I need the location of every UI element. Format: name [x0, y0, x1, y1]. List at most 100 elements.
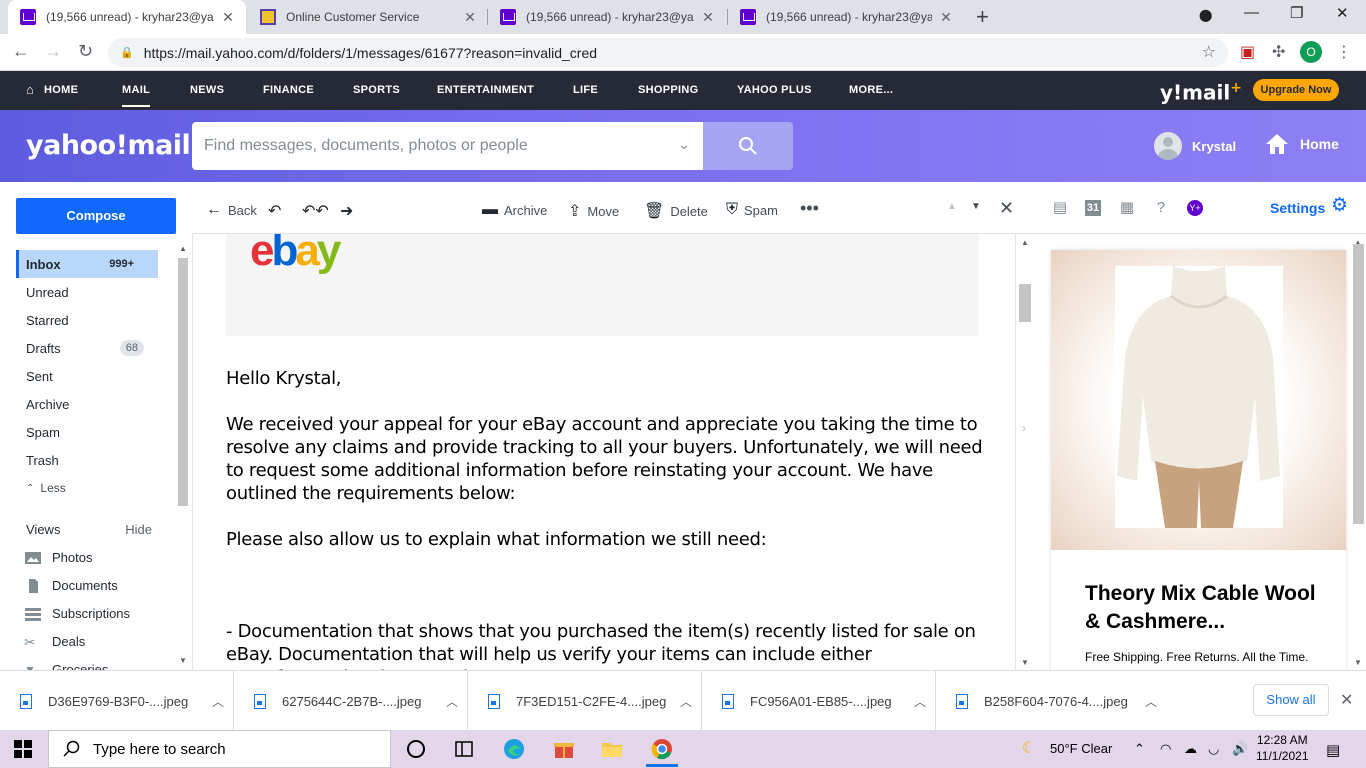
folder-starred[interactable]: Starred — [16, 306, 158, 334]
search-field[interactable]: ⌄ — [192, 122, 704, 170]
extension-icon[interactable]: ▣ — [1240, 42, 1255, 62]
archive-button[interactable]: ▬ Archive — [482, 201, 547, 219]
nav-life[interactable]: LIFE — [573, 84, 598, 96]
message-scrollbar[interactable]: ▲ ▼ — [1017, 234, 1033, 670]
sidebar-scrollbar[interactable]: ▲ ▼ — [177, 244, 188, 665]
download-item[interactable]: FC956A01-EB85-....jpeg ︿ — [702, 671, 936, 731]
reply-button[interactable]: ↶ — [268, 201, 287, 221]
folder-unread[interactable]: Unread — [16, 278, 158, 306]
ad-card[interactable]: Theory Mix Cable Wool & Cashmere... Free… — [1051, 250, 1346, 670]
onedrive-icon[interactable]: ☁ — [1184, 741, 1197, 757]
nav-finance[interactable]: FINANCE — [263, 84, 314, 96]
yahoo-plus-icon[interactable]: Y+ — [1187, 200, 1203, 216]
reload-icon[interactable]: ↻ — [78, 41, 93, 62]
browser-tab[interactable]: Online Customer Service ✕ — [248, 0, 488, 34]
more-actions-button[interactable]: ••• — [800, 198, 819, 219]
search-input[interactable] — [204, 137, 644, 155]
nav-shopping[interactable]: SHOPPING — [638, 84, 698, 96]
reply-all-button[interactable]: ↶↶ — [302, 201, 335, 221]
nav-entertainment[interactable]: ENTERTAINMENT — [437, 84, 534, 96]
back-arrow-icon[interactable]: ← — [12, 41, 30, 62]
hide-views-link[interactable]: Hide — [125, 522, 152, 537]
user-menu[interactable]: Krystal — [1154, 132, 1236, 160]
browser-tab[interactable]: (19,566 unread) - kryhar23@yaho ✕ — [488, 0, 726, 34]
scroll-down-icon[interactable]: ▼ — [1021, 658, 1029, 667]
settings-link[interactable]: Settings — [1270, 200, 1325, 216]
back-button[interactable]: ← Back — [206, 201, 257, 219]
download-item[interactable]: 7F3ED151-C2FE-4....jpeg ︿ — [468, 671, 702, 731]
contacts-icon[interactable]: ▤ — [1052, 200, 1068, 216]
view-subscriptions[interactable]: Subscriptions — [24, 606, 130, 621]
chevron-up-icon[interactable]: ︿ — [671, 693, 701, 710]
bookmark-star-icon[interactable]: ☆ — [1202, 42, 1216, 62]
new-tab-button[interactable]: + — [976, 4, 989, 30]
view-groceries[interactable]: ▼ Groceries — [24, 662, 108, 670]
folder-drafts[interactable]: Drafts 68 — [16, 334, 158, 362]
chevron-down-icon[interactable]: ⌄ — [678, 136, 690, 153]
close-tab-icon[interactable]: ✕ — [220, 9, 236, 26]
gift-app-icon[interactable] — [552, 737, 576, 761]
chevron-up-icon[interactable]: ⌃ — [1134, 741, 1145, 757]
folder-inbox[interactable]: Inbox 999+ — [16, 250, 158, 278]
close-window-button[interactable]: ✕ — [1336, 4, 1349, 22]
close-message-button[interactable]: ✕ — [999, 198, 1014, 219]
show-all-downloads-button[interactable]: Show all — [1253, 684, 1329, 716]
chevron-up-icon[interactable]: ︿ — [1136, 693, 1166, 710]
yahoo-mail-logo[interactable]: yahoo!mail — [26, 130, 191, 161]
move-button[interactable]: ⇪ Move — [568, 201, 619, 221]
download-item[interactable]: B258F604-7076-4....jpeg ︿ — [936, 671, 1166, 731]
scroll-thumb[interactable] — [1353, 244, 1364, 524]
task-view-icon[interactable] — [404, 737, 428, 761]
nav-mail[interactable]: MAIL — [122, 84, 151, 107]
download-item[interactable]: D36E9769-B3F0-....jpeg ︿ — [0, 671, 234, 731]
address-bar[interactable]: 🔒 https://mail.yahoo.com/d/folders/1/mes… — [108, 38, 1228, 67]
file-explorer-icon[interactable] — [600, 737, 624, 761]
weather-text[interactable]: 50°F Clear — [1050, 741, 1112, 756]
help-icon[interactable]: ? — [1153, 200, 1169, 216]
nav-home[interactable]: HOME — [44, 84, 78, 96]
chevron-up-icon[interactable]: ︿ — [437, 693, 467, 710]
folder-trash[interactable]: Trash — [16, 446, 158, 474]
gear-icon[interactable]: ⚙ — [1331, 196, 1348, 215]
close-tab-icon[interactable]: ✕ — [700, 9, 716, 26]
taskbar-search-input[interactable] — [93, 740, 383, 758]
nav-more[interactable]: MORE... — [849, 84, 893, 96]
chevron-up-icon[interactable]: ︿ — [905, 693, 935, 710]
nav-sports[interactable]: SPORTS — [353, 84, 400, 96]
ad-title[interactable]: Theory Mix Cable Wool & Cashmere... — [1085, 580, 1325, 636]
browser-tab[interactable]: (19,566 unread) - kryhar23@yaho ✕ — [8, 0, 246, 34]
close-downloads-icon[interactable]: ✕ — [1340, 690, 1353, 710]
folder-archive[interactable]: Archive — [16, 390, 158, 418]
windows-start-icon[interactable] — [14, 740, 32, 758]
chevron-up-icon[interactable]: ︿ — [203, 693, 233, 710]
collapse-rail-button[interactable]: › — [1016, 416, 1032, 440]
view-photos[interactable]: Photos — [24, 550, 92, 565]
forward-arrow-icon[interactable]: → — [44, 41, 62, 62]
close-tab-icon[interactable]: ✕ — [462, 9, 478, 26]
less-toggle[interactable]: ⌃ Less — [16, 474, 158, 502]
network-icon[interactable]: ◠ — [1160, 741, 1171, 757]
browser-tab[interactable]: (19,566 unread) - kryhar23@yaho ✕ — [728, 0, 964, 34]
menu-dots-icon[interactable]: ⋮ — [1336, 42, 1352, 62]
forward-button[interactable]: ➜ — [340, 201, 359, 221]
volume-icon[interactable]: 🔊 — [1232, 741, 1248, 757]
search-button[interactable] — [703, 122, 793, 170]
calendar-icon[interactable]: 31 — [1085, 200, 1101, 216]
notifications-icon[interactable]: ▤ — [1326, 741, 1340, 759]
system-clock[interactable]: 12:28 AM 11/1/2021 — [1256, 732, 1309, 764]
scroll-up-icon[interactable]: ▲ — [179, 244, 187, 253]
chrome-browser-icon[interactable] — [650, 737, 674, 761]
scroll-thumb[interactable] — [1019, 284, 1031, 322]
profile-avatar[interactable]: O — [1300, 41, 1322, 63]
delete-button[interactable]: 🗑 Delete — [644, 201, 708, 221]
next-message-button[interactable]: ▼ — [971, 201, 981, 212]
nav-news[interactable]: NEWS — [190, 84, 224, 96]
tab-search-icon[interactable]: ⬤ — [1199, 8, 1212, 22]
taskbar-search[interactable] — [48, 730, 391, 768]
minimize-button[interactable]: — — [1244, 4, 1259, 21]
puzzle-icon[interactable]: ✣ — [1272, 42, 1285, 62]
edge-browser-icon[interactable] — [502, 737, 526, 761]
wifi-icon[interactable]: ◡ — [1208, 741, 1219, 757]
view-deals[interactable]: ✂ Deals — [24, 634, 85, 649]
folder-spam[interactable]: Spam — [16, 418, 158, 446]
